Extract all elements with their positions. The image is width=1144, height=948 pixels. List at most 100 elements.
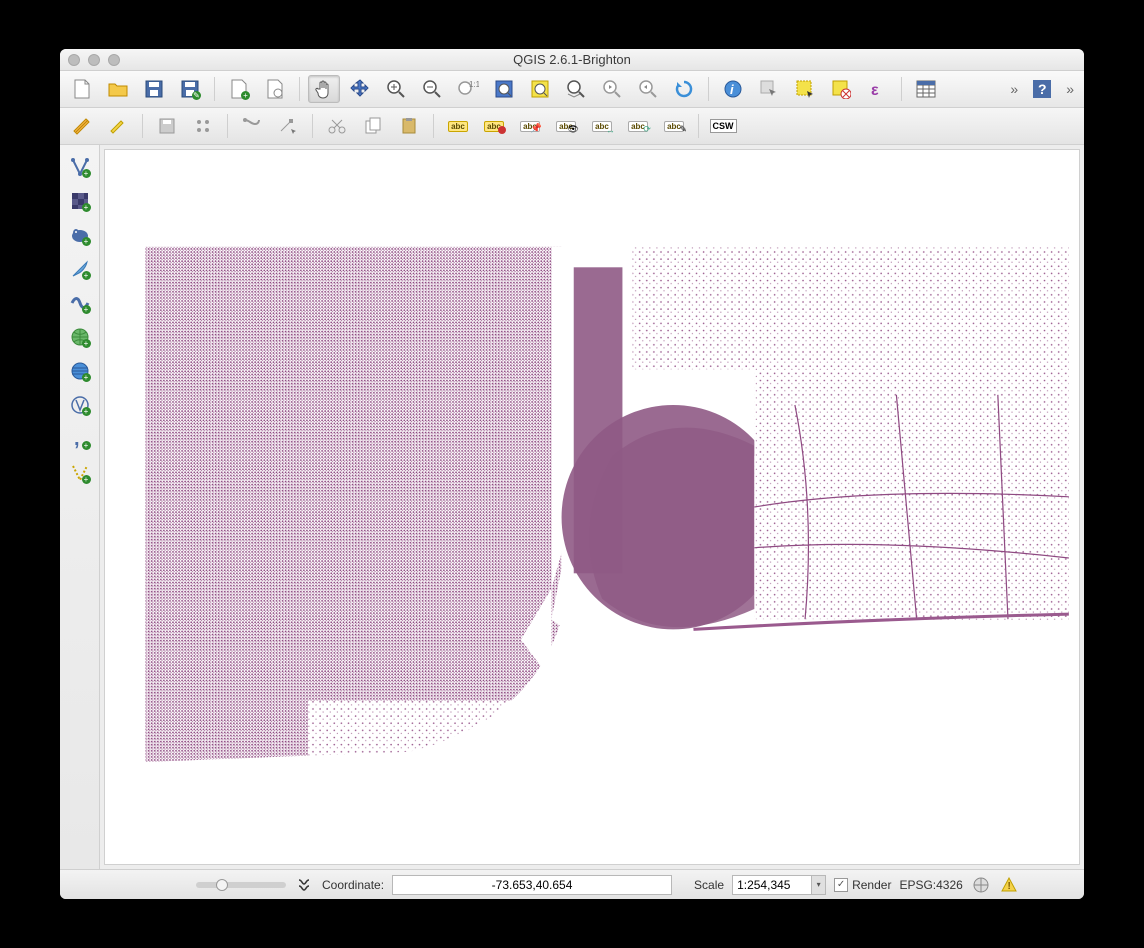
save-project-button[interactable] (138, 75, 170, 103)
refresh-button[interactable] (668, 75, 700, 103)
folder-open-icon (107, 78, 129, 100)
separator (214, 77, 215, 101)
node-tool-button[interactable] (272, 112, 304, 140)
epsilon-icon: ε (866, 78, 888, 100)
zoom-out-button[interactable] (416, 75, 448, 103)
floppy-grey-icon (156, 115, 178, 137)
move-feature-button[interactable] (236, 112, 268, 140)
save-as-button[interactable]: ✎ (174, 75, 206, 103)
add-spatialite-button[interactable]: + (66, 255, 94, 283)
save-edits-button[interactable] (151, 112, 183, 140)
deselect-button[interactable] (825, 75, 857, 103)
arrows-icon (349, 78, 371, 100)
expression-select-button[interactable]: ε (861, 75, 893, 103)
map-layer (105, 150, 1079, 864)
label-show-button[interactable]: abc👁 (550, 112, 582, 140)
zoom-last-button[interactable] (596, 75, 628, 103)
titlebar: QGIS 2.6.1-Brighton (60, 49, 1084, 71)
svg-text:!: ! (1007, 881, 1010, 892)
label-toolbar: abc abc abc📌 abc👁 abc↔ abc⟳ abc✎ CSW (60, 108, 1084, 145)
crs-label: EPSG:4326 (899, 878, 962, 892)
paste-icon (398, 115, 420, 137)
label-highlight-button[interactable]: abc (478, 112, 510, 140)
zoom-next-button[interactable] (632, 75, 664, 103)
pan-to-selection-button[interactable] (344, 75, 376, 103)
map-canvas[interactable] (104, 149, 1080, 865)
add-delimited-button[interactable]: ,+ (66, 425, 94, 453)
add-mssql-button[interactable]: + (66, 289, 94, 317)
deselect-icon (830, 78, 852, 100)
zoom-layer-button[interactable] (560, 75, 592, 103)
crs-button[interactable] (971, 875, 991, 895)
csw-button[interactable]: CSW (707, 112, 739, 140)
toggle-extents-button[interactable] (294, 875, 314, 895)
coordinate-label: Coordinate: (322, 878, 384, 892)
label-change-button[interactable]: abc✎ (658, 112, 690, 140)
separator (227, 114, 228, 138)
messages-button[interactable]: ! (999, 875, 1019, 895)
label-layer-button[interactable]: abc (442, 112, 474, 140)
add-wms-button[interactable]: + (66, 323, 94, 351)
coordinate-input[interactable] (392, 875, 672, 895)
select-rectangle-button[interactable] (789, 75, 821, 103)
main-area: + + + + + + + + ,+ + (60, 145, 1084, 869)
zoom-full-button[interactable] (488, 75, 520, 103)
add-feature-button[interactable] (187, 112, 219, 140)
label-pin-button[interactable]: abc📌 (514, 112, 546, 140)
identify-button[interactable]: i (717, 75, 749, 103)
separator (142, 114, 143, 138)
add-wcs-button[interactable]: + (66, 357, 94, 385)
svg-text:1:1: 1:1 (469, 80, 479, 89)
scale-label: Scale (694, 878, 724, 892)
scissors-icon (326, 115, 348, 137)
label-move-button[interactable]: abc↔ (586, 112, 618, 140)
scale-input[interactable] (732, 875, 812, 895)
scale-dropdown[interactable]: ▾ (812, 875, 826, 895)
add-vector-button[interactable]: + (66, 153, 94, 181)
new-project-button[interactable] (66, 75, 98, 103)
help-button[interactable]: ? (1026, 75, 1058, 103)
zoom-in-button[interactable] (380, 75, 412, 103)
print-composer-button[interactable]: + (223, 75, 255, 103)
layer-dock: + + + + + + + + ,+ + (60, 145, 100, 869)
app-window: QGIS 2.6.1-Brighton ✎ + 1:1 i ε » ? » (60, 49, 1084, 899)
open-project-button[interactable] (102, 75, 134, 103)
toggle-editing-button[interactable] (102, 112, 134, 140)
toolbar-overflow[interactable]: » (1006, 81, 1022, 97)
add-postgis-button[interactable]: + (66, 221, 94, 249)
add-wfs-button[interactable]: + (66, 391, 94, 419)
globe-icon: + (69, 326, 91, 348)
info-icon: i (722, 78, 744, 100)
composer-manager-button[interactable] (259, 75, 291, 103)
zoom-native-button[interactable]: 1:1 (452, 75, 484, 103)
copy-button[interactable] (357, 112, 389, 140)
svg-text:i: i (730, 82, 734, 97)
document-search-icon (264, 78, 286, 100)
add-raster-button[interactable]: + (66, 187, 94, 215)
floppy-edit-icon: ✎ (179, 78, 201, 100)
separator (312, 114, 313, 138)
zoom-out-icon (421, 78, 443, 100)
zoom-native-icon: 1:1 (457, 78, 479, 100)
current-edits-button[interactable] (66, 112, 98, 140)
separator (299, 77, 300, 101)
hand-icon (313, 78, 335, 100)
cut-button[interactable] (321, 112, 353, 140)
separator (433, 114, 434, 138)
progress-slider[interactable] (196, 882, 286, 888)
attribute-table-button[interactable] (910, 75, 942, 103)
render-toggle[interactable]: ✓ Render (834, 878, 891, 892)
refresh-icon (673, 78, 695, 100)
toolbar-overflow-2[interactable]: » (1062, 81, 1078, 97)
select-feature-button[interactable] (753, 75, 785, 103)
add-virtual-button[interactable]: + (66, 459, 94, 487)
globe-v-icon: + (69, 394, 91, 416)
wave-icon: + (69, 292, 91, 314)
zoom-selection-icon (529, 78, 551, 100)
csw-icon: CSW (710, 119, 737, 133)
pan-button[interactable] (308, 75, 340, 103)
zoom-full-icon (493, 78, 515, 100)
zoom-selection-button[interactable] (524, 75, 556, 103)
label-rotate-button[interactable]: abc⟳ (622, 112, 654, 140)
paste-button[interactable] (393, 112, 425, 140)
